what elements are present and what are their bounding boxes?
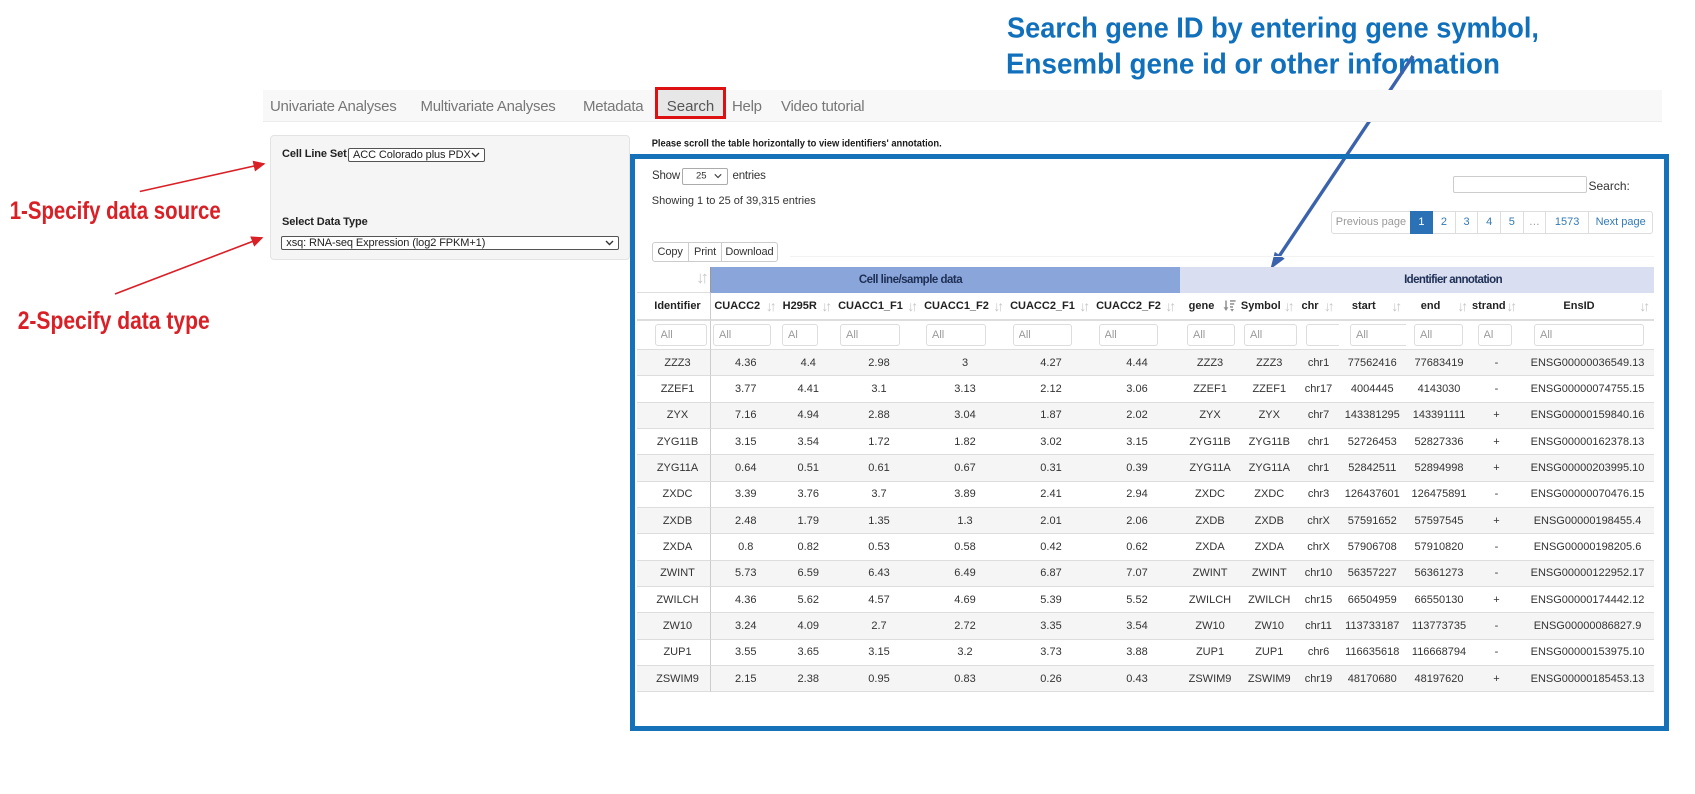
- svg-text:2-Specify data type: 2-Specify data type: [18, 307, 210, 335]
- svg-text:Ensembl gene id or other infor: Ensembl gene id or other information: [1006, 49, 1500, 81]
- svg-text:1-Specify data source: 1-Specify data source: [10, 197, 221, 225]
- svg-text:Please scroll the table horizo: Please scroll the table horizontally to …: [652, 138, 942, 150]
- svg-text:Search gene ID by entering gen: Search gene ID by entering gene symbol,: [1007, 13, 1539, 45]
